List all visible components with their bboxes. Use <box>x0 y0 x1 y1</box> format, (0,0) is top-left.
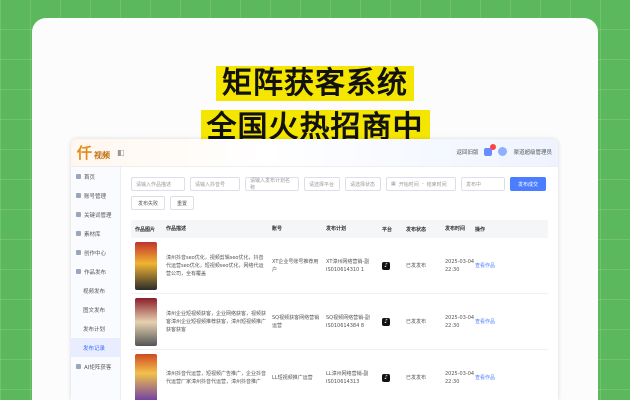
publish-success-button[interactable]: 发布成交 <box>510 177 546 191</box>
filter-bar: 请输入作品描述 请输入抖音号 请输入发布计划名称 请选择平台 请选择状态 ▦ 开始… <box>131 177 548 210</box>
sidebar-item-accounts[interactable]: 账号管理 <box>71 186 120 205</box>
table-row: 漳州企业短视频获客，企业网络获客，视频获客漳州企业短视频推荐获客，漳州短视频推广… <box>131 294 548 350</box>
back-old-version-link[interactable]: 返回旧版 <box>456 148 478 156</box>
avatar[interactable] <box>498 147 508 156</box>
keyword-icon <box>76 212 81 217</box>
table-row: 漳州抖音seo优化，视频剪辑seo优化，抖音代运营seo优化，短视频seo优化，… <box>131 238 548 294</box>
status-select[interactable]: 请选择状态 <box>345 177 381 191</box>
sidebar-item-publish[interactable]: 作品发布 <box>71 262 120 281</box>
top-bar: 仟视频 ◧ 返回旧版 渠道超级管理员 <box>71 139 558 167</box>
calendar-icon: ▦ <box>391 181 396 187</box>
tiktok-icon: ♪ <box>382 373 390 382</box>
work-thumbnail[interactable] <box>135 353 157 400</box>
ai-icon <box>76 364 81 369</box>
collapse-icon[interactable]: ◧ <box>117 148 125 157</box>
sidebar-item-publish-plan[interactable]: 发布计划 <box>71 319 120 338</box>
sidebar-item-create[interactable]: 创作中心 <box>71 243 120 262</box>
records-table: 作品图片 作品描述 账号 发布计划 平台 发布状态 发布时间 操作 漳州抖音se… <box>131 220 548 400</box>
sidebar-item-publish-records[interactable]: 发布记录 <box>71 338 120 357</box>
tiktok-icon: ♪ <box>382 317 390 326</box>
main-content: 请输入作品描述 请输入抖音号 请输入发布计划名称 请选择平台 请选择状态 ▦ 开始… <box>121 167 558 400</box>
desc-input[interactable]: 请输入作品描述 <box>131 177 185 191</box>
create-icon <box>76 250 81 255</box>
platform-select[interactable]: 请选择平台 <box>304 177 340 191</box>
logo: 仟视频 <box>77 144 111 162</box>
publish-failed-button[interactable]: 发布失败 <box>131 196 166 210</box>
headline-line-1: 矩阵获客系统 <box>32 58 598 102</box>
sidebar-item-library[interactable]: 素材库 <box>71 224 120 243</box>
work-thumbnail[interactable] <box>135 241 157 290</box>
table-header: 作品图片 作品描述 账号 发布计划 平台 发布状态 发布时间 操作 <box>131 220 548 238</box>
sidebar: 首页 账号管理 关键词管理 素材库 创作中心 作品发布 视频发布 图文发布 发布… <box>71 167 121 400</box>
reset-button[interactable]: 重置 <box>170 196 195 210</box>
app-window: 仟视频 ◧ 返回旧版 渠道超级管理员 首页 账号管理 关键词管理 素材库 创作中… <box>71 139 558 400</box>
view-work-link[interactable]: 查看作品 <box>475 318 503 325</box>
tiktok-icon: ♪ <box>382 261 390 270</box>
sidebar-item-video-publish[interactable]: 视频发布 <box>71 281 120 300</box>
publish-icon <box>76 269 81 274</box>
notification-icon[interactable] <box>484 143 497 156</box>
table-row: 漳州抖音代运营，短视频广告推广，企业抖音代运营厂家漳州抖音代运营，漳州抖音推广 … <box>131 350 548 400</box>
sidebar-item-keywords[interactable]: 关键词管理 <box>71 205 120 224</box>
douyin-id-input[interactable]: 请输入抖音号 <box>190 177 240 191</box>
view-work-link[interactable]: 查看作品 <box>475 262 503 269</box>
user-name[interactable]: 渠道超级管理员 <box>513 148 552 156</box>
publishing-select[interactable]: 发布中 <box>461 177 505 191</box>
view-work-link[interactable]: 查看作品 <box>475 374 503 381</box>
user-area: 返回旧版 渠道超级管理员 <box>456 143 552 156</box>
library-icon <box>76 231 81 236</box>
work-thumbnail[interactable] <box>135 297 157 346</box>
sidebar-item-home[interactable]: 首页 <box>71 167 120 186</box>
account-icon <box>76 193 81 198</box>
sidebar-item-ai[interactable]: AI矩阵获客 <box>71 357 120 376</box>
sidebar-item-image-publish[interactable]: 图文发布 <box>71 300 120 319</box>
date-range-picker[interactable]: ▦ 开始时间 - 结束时间 <box>386 177 456 191</box>
plan-name-input[interactable]: 请输入发布计划名称 <box>245 177 299 191</box>
home-icon <box>76 174 81 179</box>
